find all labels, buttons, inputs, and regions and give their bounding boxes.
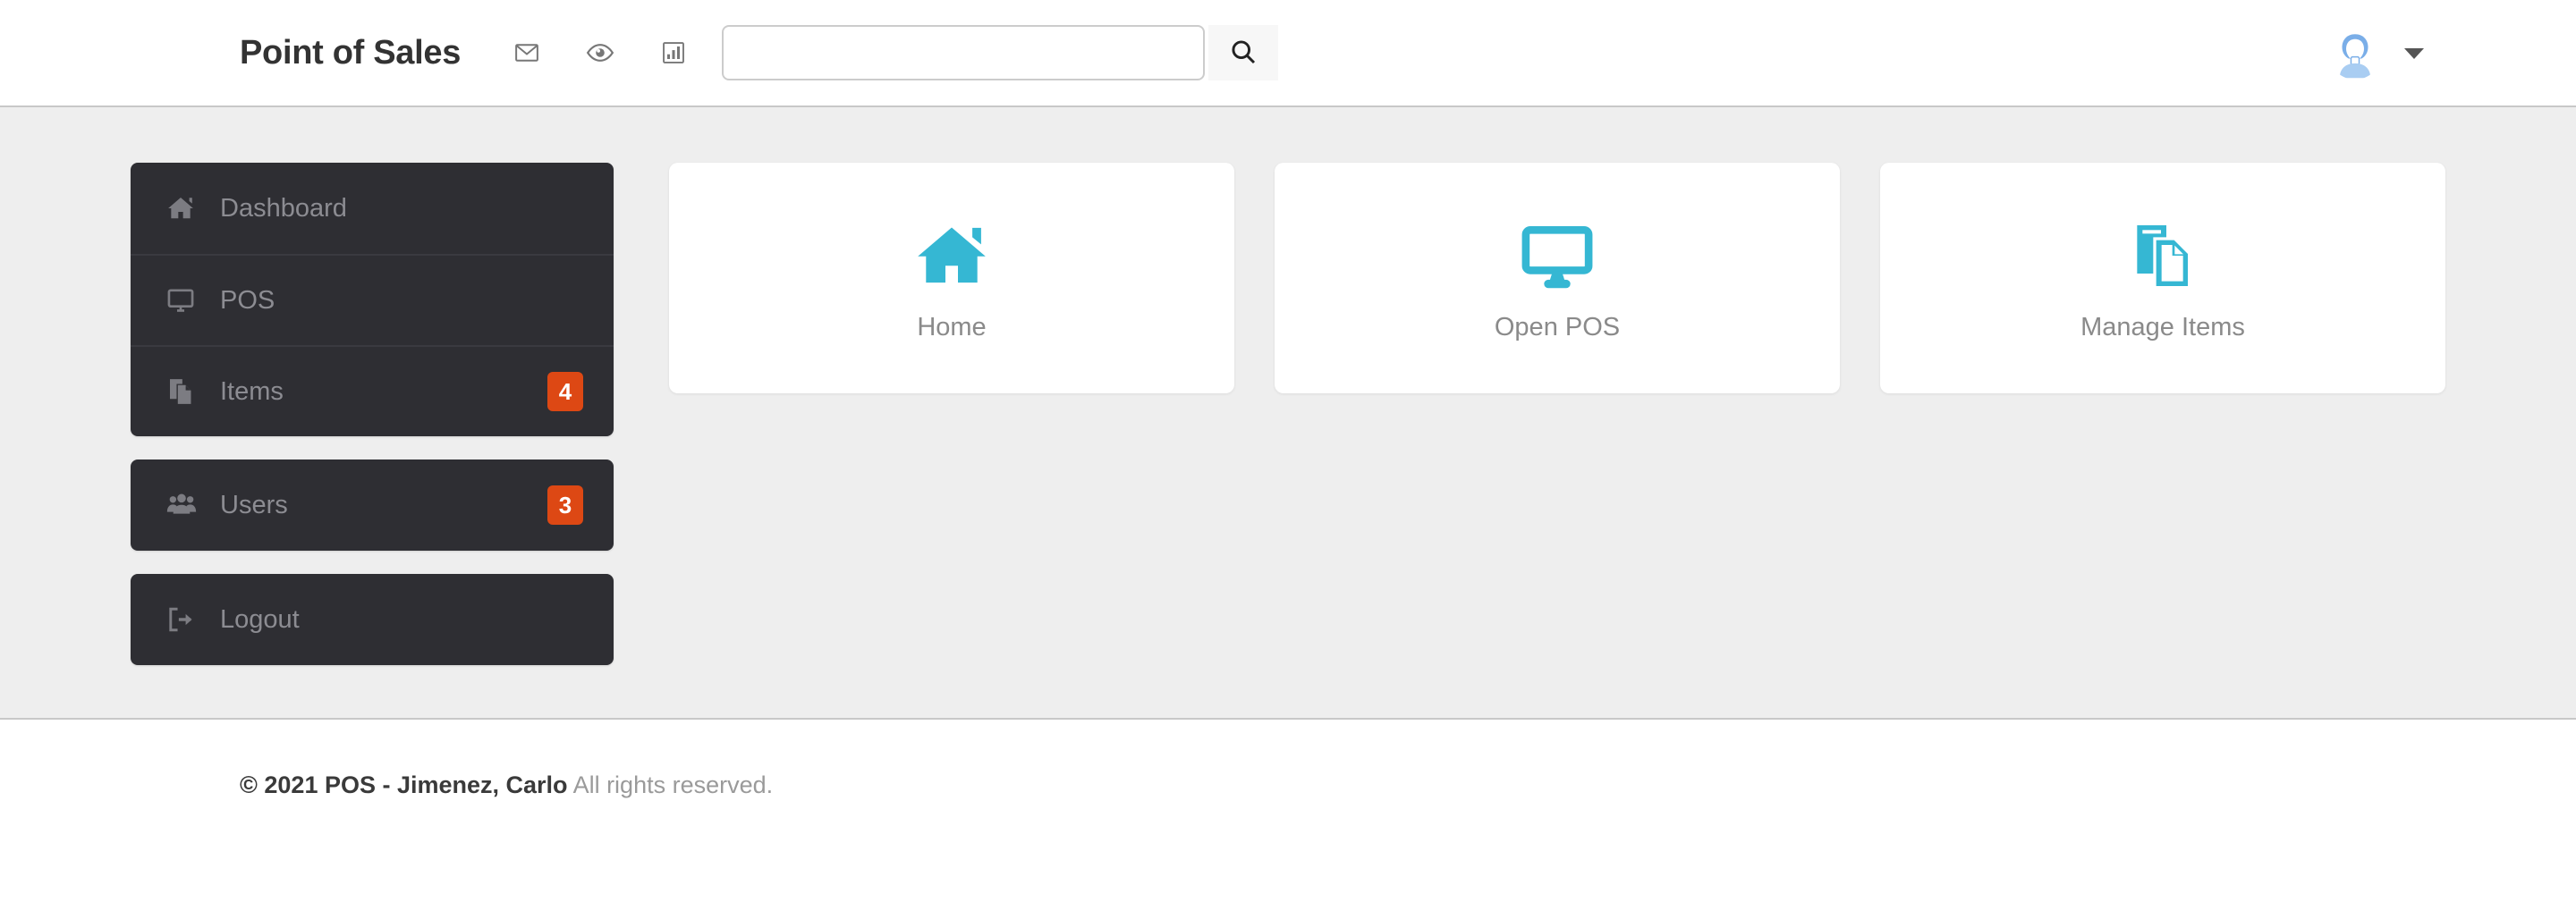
search-button[interactable]	[1208, 25, 1279, 80]
desktop-icon	[166, 286, 202, 315]
sidebar-item-label: Users	[220, 490, 288, 519]
navbar-icon-group	[509, 35, 691, 71]
user-menu[interactable]	[2329, 0, 2424, 107]
search-icon	[1229, 38, 1258, 69]
users-icon	[166, 490, 202, 520]
home-icon	[166, 194, 202, 223]
sidebar-item-pos[interactable]: POS	[131, 254, 614, 345]
avatar	[2329, 28, 2381, 80]
sidebar-item-label: Logout	[220, 604, 300, 634]
sidebar-item-dashboard[interactable]: Dashboard	[131, 163, 614, 254]
caret-down-icon	[2404, 48, 2424, 59]
sidebar-item-label: Dashboard	[220, 193, 347, 223]
card-label: Open POS	[1494, 312, 1621, 341]
status-badge: 3	[547, 485, 583, 525]
sidebar-logout-card: Logout	[131, 574, 614, 665]
footer-rights: All rights reserved.	[572, 771, 774, 798]
search-input[interactable]	[722, 25, 1206, 80]
page-title: Point of Sales	[240, 33, 462, 72]
content-area: Dashboard POS Items 4 Users 3 Logout Hom…	[0, 107, 2576, 720]
sidebar-primary-group: Dashboard POS Items 4	[131, 163, 614, 436]
footer: © 2021 POS - Jimenez, Carlo All rights r…	[0, 720, 2576, 917]
sidebar-item-items[interactable]: Items 4	[131, 345, 614, 436]
chart-bar-icon[interactable]	[656, 35, 691, 71]
desktop-icon	[1519, 215, 1596, 297]
card-home[interactable]: Home	[669, 163, 1234, 393]
home-icon	[914, 215, 989, 297]
card-label: Home	[917, 312, 987, 341]
card-label: Manage Items	[2080, 312, 2245, 341]
card-manage-items[interactable]: Manage Items	[1880, 163, 2445, 393]
footer-copyright: © 2021 POS - Jimenez, Carlo	[240, 771, 568, 798]
top-navbar: Point of Sales	[0, 0, 2576, 107]
status-badge: 4	[547, 372, 583, 411]
footer-text: © 2021 POS - Jimenez, Carlo All rights r…	[240, 771, 773, 799]
sidebar-item-users[interactable]: Users 3	[131, 460, 614, 551]
card-open-pos[interactable]: Open POS	[1275, 163, 1840, 393]
sign-out-icon	[166, 605, 202, 634]
sidebar-item-label: POS	[220, 285, 275, 315]
sidebar: Dashboard POS Items 4 Users 3 Logout	[131, 163, 614, 665]
content-container: Dashboard POS Items 4 Users 3 Logout Hom…	[131, 163, 2445, 665]
copy-files-icon	[166, 377, 202, 406]
shortcut-cards: Home Open POS Manage Items	[669, 163, 2445, 393]
search-bar	[722, 25, 1279, 80]
eye-icon[interactable]	[582, 35, 618, 71]
sidebar-item-logout[interactable]: Logout	[131, 574, 614, 665]
copy-files-icon	[2127, 215, 2199, 297]
mail-icon[interactable]	[509, 35, 545, 71]
sidebar-users-card: Users 3	[131, 460, 614, 551]
sidebar-item-label: Items	[220, 376, 284, 406]
